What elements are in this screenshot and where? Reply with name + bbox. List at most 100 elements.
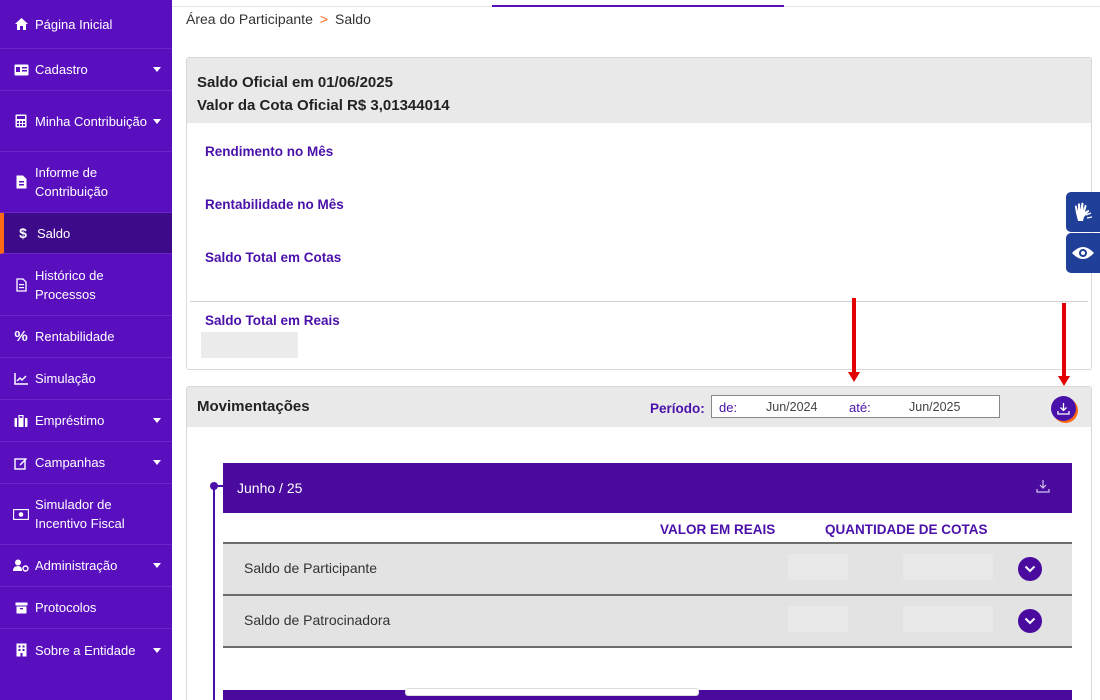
eye-icon [1072, 247, 1094, 259]
saldo-card-header: Saldo Oficial em 01/06/2025 Valor da Cot… [187, 58, 1091, 123]
valor-cota-title: Valor da Cota Oficial R$ 3,01344014 [197, 97, 450, 114]
table-row[interactable]: Saldo de Participante [223, 542, 1072, 594]
user-cog-icon [13, 558, 29, 574]
annotation-arrow-head [848, 372, 860, 382]
sidebar-item-label: Simulação [35, 371, 96, 386]
sidebar-item-label: Informe de Contribuição [35, 165, 108, 199]
sidebar-item-label: Empréstimo [35, 413, 105, 428]
row-cotas-redacted [903, 554, 993, 580]
sidebar-item-label: Campanhas [35, 455, 106, 470]
chart-line-icon [13, 371, 29, 387]
edit-icon [13, 455, 29, 471]
building-icon [13, 642, 29, 658]
de-label: de: [719, 400, 738, 415]
header-accent-line [492, 5, 784, 7]
row-value-redacted [788, 554, 848, 580]
table-row[interactable]: Saldo de Patrocinadora [223, 594, 1072, 646]
row-value-redacted [788, 606, 848, 632]
movimentacoes-title: Movimentações [197, 398, 310, 415]
sidebar-item-minha-contribuicao[interactable]: Minha Contribuição [0, 91, 172, 152]
expand-button[interactable] [1018, 609, 1042, 633]
breadcrumb-current: Saldo [335, 11, 371, 27]
table-bottom-border [223, 646, 1072, 648]
periodo-label: Período: [650, 401, 705, 416]
chevron-down-icon [152, 458, 162, 468]
sidebar-item-label: Minha Contribuição [35, 113, 148, 129]
calculator-icon [13, 113, 29, 129]
download-icon[interactable] [1035, 478, 1053, 496]
sidebar-item-historico-de-processos[interactable]: Histórico de Processos [0, 254, 172, 316]
sidebar-item-saldo[interactable]: $ Saldo [0, 213, 172, 254]
briefcase-icon [13, 413, 29, 429]
saldo-reais-value-redacted [201, 332, 298, 358]
annotation-arrow-shaft [1062, 303, 1066, 378]
sidebar-item-protocolos[interactable]: Protocolos [0, 587, 172, 629]
document-icon [13, 277, 29, 293]
saldo-cotas-label: Saldo Total em Cotas [205, 250, 342, 265]
timeline-line [213, 486, 215, 700]
sidebar-item-sobre-a-entidade[interactable]: Sobre a Entidade [0, 629, 172, 671]
column-header-cotas: QUANTIDADE DE COTAS [825, 522, 988, 537]
saldo-divider [190, 301, 1088, 302]
file-icon [13, 174, 29, 190]
sign-language-icon [1075, 202, 1093, 221]
sidebar-item-label: Cadastro [35, 62, 88, 77]
sidebar-item-label: Histórico de Processos [35, 267, 104, 302]
sidebar-item-administracao[interactable]: Administração [0, 545, 172, 587]
periodo-range-input[interactable]: de: Jun/2024 até: Jun/2025 [711, 395, 1000, 418]
row-label: Saldo de Participante [244, 560, 378, 576]
sidebar-item-campanhas[interactable]: Campanhas [0, 442, 172, 484]
sidebar-item-label: Página Inicial [35, 16, 113, 32]
expand-button[interactable] [1018, 557, 1042, 581]
saldo-card: Saldo Oficial em 01/06/2025 Valor da Cot… [186, 57, 1092, 370]
column-header-valor: VALOR EM REAIS [660, 522, 776, 537]
sidebar-item-simulador-incentivo-fiscal[interactable]: Simulador de Incentivo Fiscal [0, 484, 172, 545]
sidebar-item-simulacao[interactable]: Simulação [0, 358, 172, 400]
saldo-reais-label: Saldo Total em Reais [205, 313, 340, 328]
sidebar-item-label: Simulador de Incentivo Fiscal [35, 497, 125, 531]
money-icon [13, 506, 29, 522]
horizontal-scrollbar[interactable] [405, 688, 699, 696]
saldo-oficial-title: Saldo Oficial em 01/06/2025 [197, 74, 393, 91]
sidebar-item-label: Protocolos [35, 600, 97, 615]
chevron-down-icon [152, 416, 162, 426]
percent-icon: % [14, 328, 28, 345]
chevron-down-icon [1024, 565, 1036, 573]
sidebar-item-label: Sobre a Entidade [35, 642, 136, 658]
de-value[interactable]: Jun/2024 [766, 400, 817, 414]
timeline-dot [210, 482, 218, 490]
home-icon [13, 16, 29, 32]
chevron-down-icon [1024, 617, 1036, 625]
sidebar: Página Inicial Cadastro Minha Contribuiç… [0, 0, 172, 700]
sidebar-item-label: Rentabilidade [35, 329, 115, 344]
sign-language-button[interactable] [1066, 192, 1100, 232]
sidebar-item-pagina-inicial[interactable]: Página Inicial [0, 0, 172, 49]
sidebar-item-emprestimo[interactable]: Empréstimo [0, 400, 172, 442]
breadcrumb: Área do Participante > Saldo [186, 11, 371, 27]
month-label: Junho / 25 [237, 480, 303, 496]
sidebar-item-rentabilidade[interactable]: % Rentabilidade [0, 316, 172, 358]
breadcrumb-root[interactable]: Área do Participante [186, 11, 313, 27]
breadcrumb-separator: > [319, 11, 329, 27]
annotation-arrow-head [1058, 376, 1070, 386]
sidebar-item-informe-de-contribuicao[interactable]: Informe de Contribuição [0, 152, 172, 213]
ate-value[interactable]: Jun/2025 [909, 400, 960, 414]
archive-icon [13, 600, 29, 616]
sidebar-item-cadastro[interactable]: Cadastro [0, 49, 172, 91]
dollar-icon: $ [19, 225, 27, 241]
rentabilidade-label: Rentabilidade no Mês [205, 197, 344, 212]
chevron-down-icon [152, 645, 162, 655]
sidebar-item-label: Administração [35, 558, 118, 573]
chevron-down-icon [152, 65, 162, 75]
download-button[interactable] [1051, 396, 1076, 421]
rendimento-label: Rendimento no Mês [205, 144, 334, 159]
chevron-down-icon [152, 116, 162, 126]
annotation-arrow-shaft [852, 298, 856, 374]
download-icon [1057, 403, 1070, 415]
visual-accessibility-button[interactable] [1066, 233, 1100, 273]
id-card-icon [13, 62, 29, 78]
chevron-down-icon [152, 561, 162, 571]
movimentacoes-header: Movimentações Período: de: Jun/2024 até:… [187, 387, 1091, 427]
month-header[interactable]: Junho / 25 [223, 463, 1072, 513]
sidebar-item-label: Saldo [37, 225, 71, 241]
